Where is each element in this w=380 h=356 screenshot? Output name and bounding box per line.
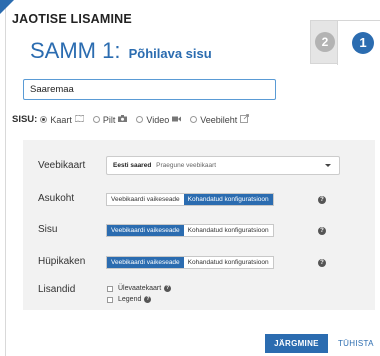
popup-toggle[interactable]: Veebikaardi vaikeseade Kohandatud konfig… bbox=[106, 256, 274, 269]
content-type-selector: SISU: Kaart Pilt Video Veebileht bbox=[12, 114, 258, 125]
radio-image[interactable] bbox=[92, 116, 100, 123]
content-option-image[interactable]: Pilt bbox=[92, 114, 128, 125]
location-toggle[interactable]: Veebikaardi vaikeseade Kohandatud konfig… bbox=[106, 193, 274, 206]
extras-label: Lisandid bbox=[38, 284, 76, 295]
step-number-label: SAMM 1: bbox=[30, 38, 121, 63]
content-option-label: Veebileht bbox=[200, 114, 238, 125]
step-2-badge[interactable]: 2 bbox=[315, 32, 335, 52]
step-1-badge: 1 bbox=[352, 32, 374, 54]
overview-map-help-icon[interactable]: ? bbox=[164, 285, 172, 292]
webmap-select[interactable]: Eesti saared Praegune veebikaart bbox=[106, 156, 340, 175]
content-option-video[interactable]: Video bbox=[136, 114, 182, 125]
legend-help-icon[interactable]: ? bbox=[144, 296, 152, 303]
legend-label: Legend bbox=[118, 296, 142, 303]
map-icon bbox=[74, 114, 85, 124]
radio-video[interactable] bbox=[136, 116, 144, 123]
next-button[interactable]: JÄRGMINE bbox=[265, 334, 328, 353]
webmap-label: Veebikaart bbox=[38, 160, 86, 171]
cancel-button[interactable]: TÜHISTA bbox=[338, 334, 374, 353]
legend-option[interactable]: Legend ? bbox=[107, 296, 152, 303]
overview-map-option[interactable]: Ülevaatekaart ? bbox=[107, 285, 172, 292]
content-toggle[interactable]: Veebikaardi vaikeseade Kohandatud konfig… bbox=[106, 224, 274, 237]
content-option-label: Pilt bbox=[102, 114, 116, 125]
popup-help-icon[interactable]: ? bbox=[318, 259, 326, 267]
content-option-custom[interactable]: Kohandatud konfiguratsioon bbox=[184, 225, 273, 236]
external-link-icon bbox=[240, 114, 250, 125]
content-option-map[interactable]: Kaart bbox=[40, 114, 85, 125]
content-label: Sisu bbox=[38, 224, 58, 235]
location-label: Asukoht bbox=[38, 193, 75, 204]
step-indicator: 2 1 bbox=[310, 20, 380, 65]
panel-border bbox=[5, 0, 6, 356]
content-option-default[interactable]: Veebikaardi vaikeseade bbox=[107, 225, 184, 236]
radio-map[interactable] bbox=[40, 116, 48, 123]
step-subtitle: Põhilava sisu bbox=[128, 46, 212, 61]
location-help-icon[interactable]: ? bbox=[318, 196, 326, 204]
overview-map-checkbox[interactable] bbox=[107, 285, 113, 292]
step-title: SAMM 1: Põhilava sisu bbox=[30, 38, 212, 64]
video-icon bbox=[172, 115, 182, 124]
content-help-icon[interactable]: ? bbox=[318, 227, 326, 235]
radio-webpage[interactable] bbox=[190, 116, 198, 123]
content-option-label: Kaart bbox=[50, 114, 72, 125]
content-type-label: SISU: bbox=[12, 114, 38, 125]
content-option-webpage[interactable]: Veebileht bbox=[190, 114, 250, 125]
add-section-panel: JAOTISE LISAMINE SAMM 1: Põhilava sisu 2… bbox=[0, 0, 380, 356]
webmap-hint: Praegune veebikaart bbox=[156, 162, 217, 169]
popup-label: Hüpikaken bbox=[38, 256, 86, 267]
webmap-selected-value: Eesti saared bbox=[113, 162, 152, 169]
panel-title: JAOTISE LISAMINE bbox=[12, 12, 132, 26]
popup-option-default[interactable]: Veebikaardi vaikeseade bbox=[107, 257, 184, 268]
chevron-down-icon bbox=[325, 164, 331, 167]
step-1-tab[interactable]: 1 bbox=[337, 21, 380, 65]
overview-map-label: Ülevaatekaart bbox=[118, 285, 162, 292]
legend-checkbox[interactable] bbox=[107, 296, 113, 303]
content-option-label: Video bbox=[146, 114, 170, 125]
camera-icon bbox=[118, 115, 128, 124]
location-option-custom[interactable]: Kohandatud konfiguratsioon bbox=[183, 194, 273, 205]
popup-option-custom[interactable]: Kohandatud konfiguratsioon bbox=[184, 257, 273, 268]
location-option-default[interactable]: Veebikaardi vaikeseade bbox=[107, 194, 184, 205]
section-title-input[interactable] bbox=[23, 79, 276, 100]
